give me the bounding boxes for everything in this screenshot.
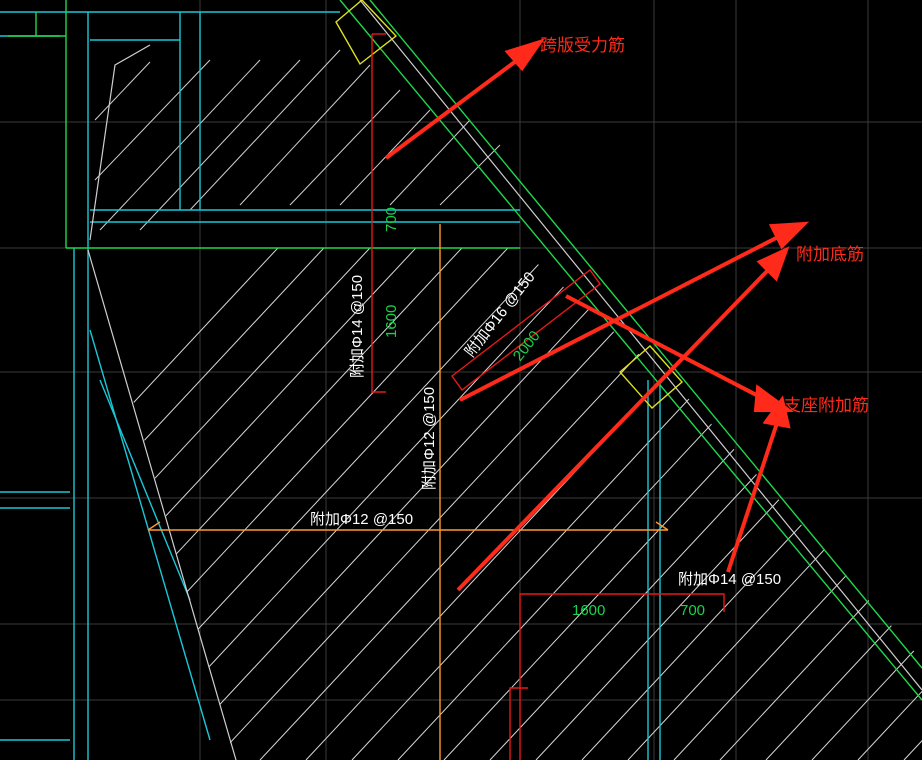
hatch-line xyxy=(535,248,922,760)
hatch-line xyxy=(90,248,637,760)
hatch-line xyxy=(90,248,407,760)
dimension-bottom-right: 700 xyxy=(680,602,705,619)
rebar-label-mid-vertical: 附加Φ12 @150 xyxy=(421,387,438,490)
upper-hatch xyxy=(94,49,501,231)
dimension-bottom-left: 1600 xyxy=(572,602,605,619)
dimension-left-upper: 700 xyxy=(383,207,400,232)
hatch-line xyxy=(167,248,729,760)
hatch-line xyxy=(213,248,775,760)
hatch-line xyxy=(90,248,545,760)
annotation-extra-bottom-rebar: 附加底筋 xyxy=(796,245,864,265)
annotation-support-extra-rebar: 支座附加筋 xyxy=(784,396,869,416)
cad-drawing-canvas[interactable]: 跨版受力筋 附加底筋 支座附加筋 附加Φ14 @150 附加Φ16 @150 附… xyxy=(0,0,922,760)
hatch-line xyxy=(90,248,361,760)
orange-rebar xyxy=(147,224,669,760)
dimension-left-lower: 1600 xyxy=(383,305,400,338)
rebar-label-bottom-right: 附加Φ14 @150 xyxy=(678,571,781,588)
hatch-line xyxy=(627,248,922,760)
rebar-label-left-vertical: 附加Φ14 @150 xyxy=(349,275,366,378)
grid-lines xyxy=(0,0,922,760)
hatch-line xyxy=(90,248,591,760)
rebar-label-horizontal: 附加Φ12 @150 xyxy=(310,511,413,528)
annotation-span-main-rebar: 跨版受力筋 xyxy=(540,36,625,56)
hatch-line xyxy=(90,248,453,760)
hatch-line xyxy=(121,248,683,760)
hatch-line xyxy=(903,248,922,760)
annotation-arrows xyxy=(384,38,810,592)
cad-drawing: 跨版受力筋 附加底筋 支座附加筋 附加Φ14 @150 附加Φ16 @150 附… xyxy=(0,0,922,760)
cyan-structure xyxy=(0,11,661,760)
